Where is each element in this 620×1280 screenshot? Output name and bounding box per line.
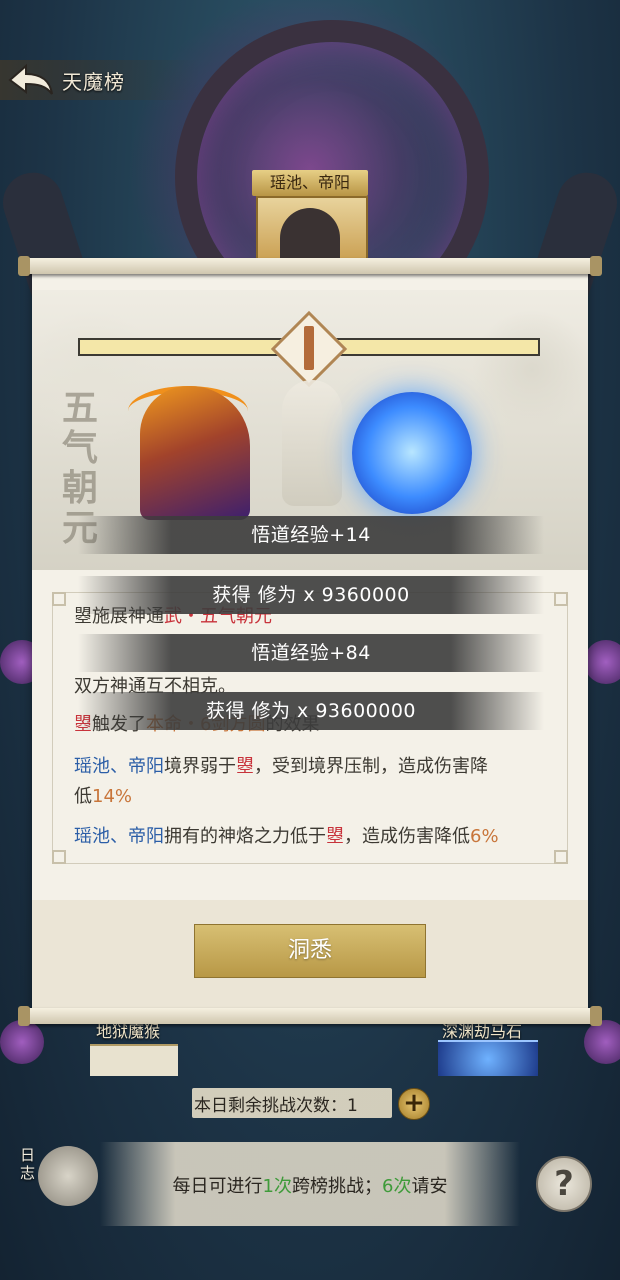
info-count: 6次: [382, 1176, 412, 1197]
sword-icon: [304, 326, 314, 370]
log-text: ，造成伤害降低: [344, 826, 470, 847]
frame-corner: [554, 850, 568, 864]
frame-corner: [52, 850, 66, 864]
damage-percent: 14%: [92, 786, 133, 807]
page-title: 天魔榜: [62, 70, 125, 94]
info-text: 跨榜挑战；: [292, 1176, 382, 1197]
frame-corner: [554, 592, 568, 606]
log-text: 拥有的神烙之力低于: [164, 826, 326, 847]
info-text: 请安: [411, 1176, 448, 1197]
exp-gain-banner: 悟道经验+14: [78, 516, 544, 554]
opponent-name-label: 瑶池、帝阳: [252, 170, 368, 196]
log-line-realm: 瑶池、帝阳境界弱于曌，受到境界压制，造成伤害降: [74, 752, 488, 782]
reward-banner: 获得 修为 x 9360000: [78, 576, 544, 614]
exp-gain-banner: 悟道经验+84: [78, 634, 544, 672]
purple-orb: [0, 1020, 44, 1064]
purple-orb: [584, 640, 620, 684]
remaining-count: 1: [347, 1096, 358, 1116]
scroll-bottom-rod: [18, 1006, 602, 1026]
info-count: 1次: [262, 1176, 292, 1197]
player-hero-silhouette: [140, 386, 250, 520]
diary-label: 日志: [20, 1146, 36, 1182]
player-name: 曌: [236, 756, 254, 777]
opponent-name: 瑶池、帝阳: [74, 756, 164, 777]
remaining-label: 本日剩余挑战次数：: [194, 1096, 347, 1116]
back-button[interactable]: [4, 62, 56, 98]
log-text: ，受到境界压制，造成伤害降: [254, 756, 488, 777]
log-text: 境界弱于: [164, 756, 236, 777]
center-statue: [282, 380, 342, 506]
player-name: 曌: [326, 826, 344, 847]
remaining-challenges: 本日剩余挑战次数：1: [194, 1091, 358, 1116]
damage-percent: 6%: [470, 826, 499, 847]
add-challenges-button[interactable]: +: [398, 1088, 430, 1120]
reward-banner: 获得 修为 x 93600000: [78, 692, 544, 730]
info-text: 每日可进行: [172, 1176, 263, 1197]
scroll-top-rod: [18, 256, 602, 276]
diary-icon: [38, 1146, 98, 1206]
log-line-realm-cont: 低14%: [74, 782, 132, 812]
log-text: 低: [74, 786, 92, 807]
right-opponent-card[interactable]: [438, 1040, 538, 1076]
confirm-button[interactable]: 洞悉: [194, 924, 426, 978]
frame-corner: [52, 592, 66, 606]
back-arrow-icon: [8, 63, 53, 95]
opponent-name: 瑶池、帝阳: [74, 826, 164, 847]
log-line-brand: 瑶池、帝阳拥有的神烙之力低于曌，造成伤害降低6%: [74, 822, 499, 852]
purple-orb: [584, 1020, 620, 1064]
left-opponent-card[interactable]: [90, 1044, 178, 1076]
enemy-tiger-spirit: [352, 392, 472, 514]
help-button[interactable]: ?: [536, 1156, 592, 1212]
